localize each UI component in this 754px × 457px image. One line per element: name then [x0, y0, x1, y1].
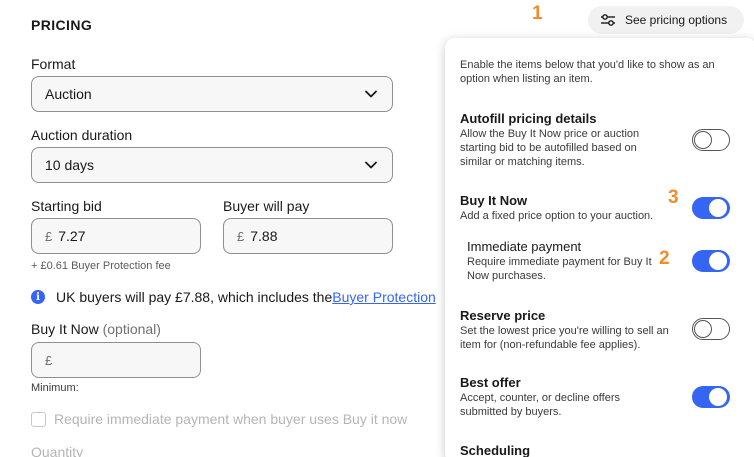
toggle-immediate-payment[interactable]: [692, 250, 730, 272]
require-payment-row: Require immediate payment when buyer use…: [31, 411, 407, 427]
quantity-label: Quantity: [31, 444, 84, 457]
info-text: UK buyers will pay £7.88, which includes…: [56, 289, 333, 305]
starting-bid-input[interactable]: £ 7.27: [31, 218, 201, 254]
toggle-knob: [709, 388, 727, 406]
info-icon: i: [31, 290, 45, 304]
chevron-down-icon: [365, 161, 377, 169]
bin-label-text: Buy It Now: [31, 321, 99, 337]
toggle-reserve-price[interactable]: [692, 318, 730, 340]
bin-optional: (optional): [102, 321, 161, 337]
format-value: Auction: [45, 86, 92, 102]
option-title-immediate-payment: Immediate payment: [467, 239, 582, 254]
toggle-knob: [709, 252, 727, 270]
chevron-down-icon: [365, 90, 377, 98]
buyer-protection-link[interactable]: Buyer Protection: [332, 289, 436, 305]
pricing-heading: PRICING: [31, 17, 93, 33]
toggle-knob: [694, 320, 712, 338]
annotation-1: 1: [532, 3, 543, 24]
option-desc-immediate-payment: Require immediate payment for Buy It Now…: [467, 256, 652, 282]
duration-label: Auction duration: [31, 127, 133, 143]
protection-fee-note: + £0.61 Buyer Protection fee: [31, 260, 171, 272]
option-desc-autofill: Allow the Buy It Now price or auction st…: [460, 128, 640, 168]
duration-value: 10 days: [45, 157, 95, 173]
annotation-2: 2: [659, 248, 670, 269]
buyer-pays-input[interactable]: £ 7.88: [223, 218, 393, 254]
option-title-scheduling: Scheduling: [460, 443, 531, 457]
starting-bid-value: 7.27: [58, 228, 86, 244]
see-pricing-options-label: See pricing options: [625, 13, 728, 27]
bin-label: Buy It Now (optional): [31, 321, 161, 337]
annotation-3: 3: [668, 187, 679, 208]
bin-price-input[interactable]: £: [31, 342, 201, 378]
starting-bid-label: Starting bid: [31, 198, 102, 214]
option-title-buy-it-now: Buy It Now: [460, 193, 528, 208]
option-title-best-offer: Best offer: [460, 375, 521, 390]
toggle-knob: [709, 199, 727, 217]
format-label: Format: [31, 56, 76, 72]
require-payment-label: Require immediate payment when buyer use…: [54, 411, 408, 427]
option-desc-best-offer: Accept, counter, or decline offers submi…: [460, 392, 620, 418]
toggle-best-offer[interactable]: [692, 386, 730, 408]
option-desc-reserve-price: Set the lowest price you're willing to s…: [460, 325, 669, 351]
sliders-icon: [601, 14, 615, 26]
panel-intro: Enable the items below that you'd like t…: [460, 59, 715, 85]
option-desc-buy-it-now: Add a fixed price option to your auction…: [460, 210, 654, 222]
currency-symbol: £: [45, 228, 53, 244]
format-select[interactable]: Auction: [31, 76, 393, 112]
option-title-autofill: Autofill pricing details: [460, 111, 597, 126]
toggle-knob: [694, 131, 712, 149]
toggle-autofill[interactable]: [692, 129, 730, 151]
currency-symbol: £: [45, 352, 53, 368]
buyer-pays-value: 7.88: [250, 228, 278, 244]
buyer-pays-label: Buyer will pay: [223, 198, 310, 214]
buyer-protection-info: i UK buyers will pay £7.88, which includ…: [31, 289, 436, 305]
option-title-reserve-price: Reserve price: [460, 308, 546, 323]
require-payment-checkbox[interactable]: [31, 411, 46, 427]
minimum-label: Minimum:: [31, 382, 79, 394]
toggle-buy-it-now[interactable]: [692, 197, 730, 219]
duration-select[interactable]: 10 days: [31, 147, 393, 183]
see-pricing-options-button[interactable]: See pricing options: [588, 6, 744, 34]
pricing-options-panel: Enable the items below that you'd like t…: [445, 38, 754, 457]
currency-symbol: £: [237, 228, 245, 244]
